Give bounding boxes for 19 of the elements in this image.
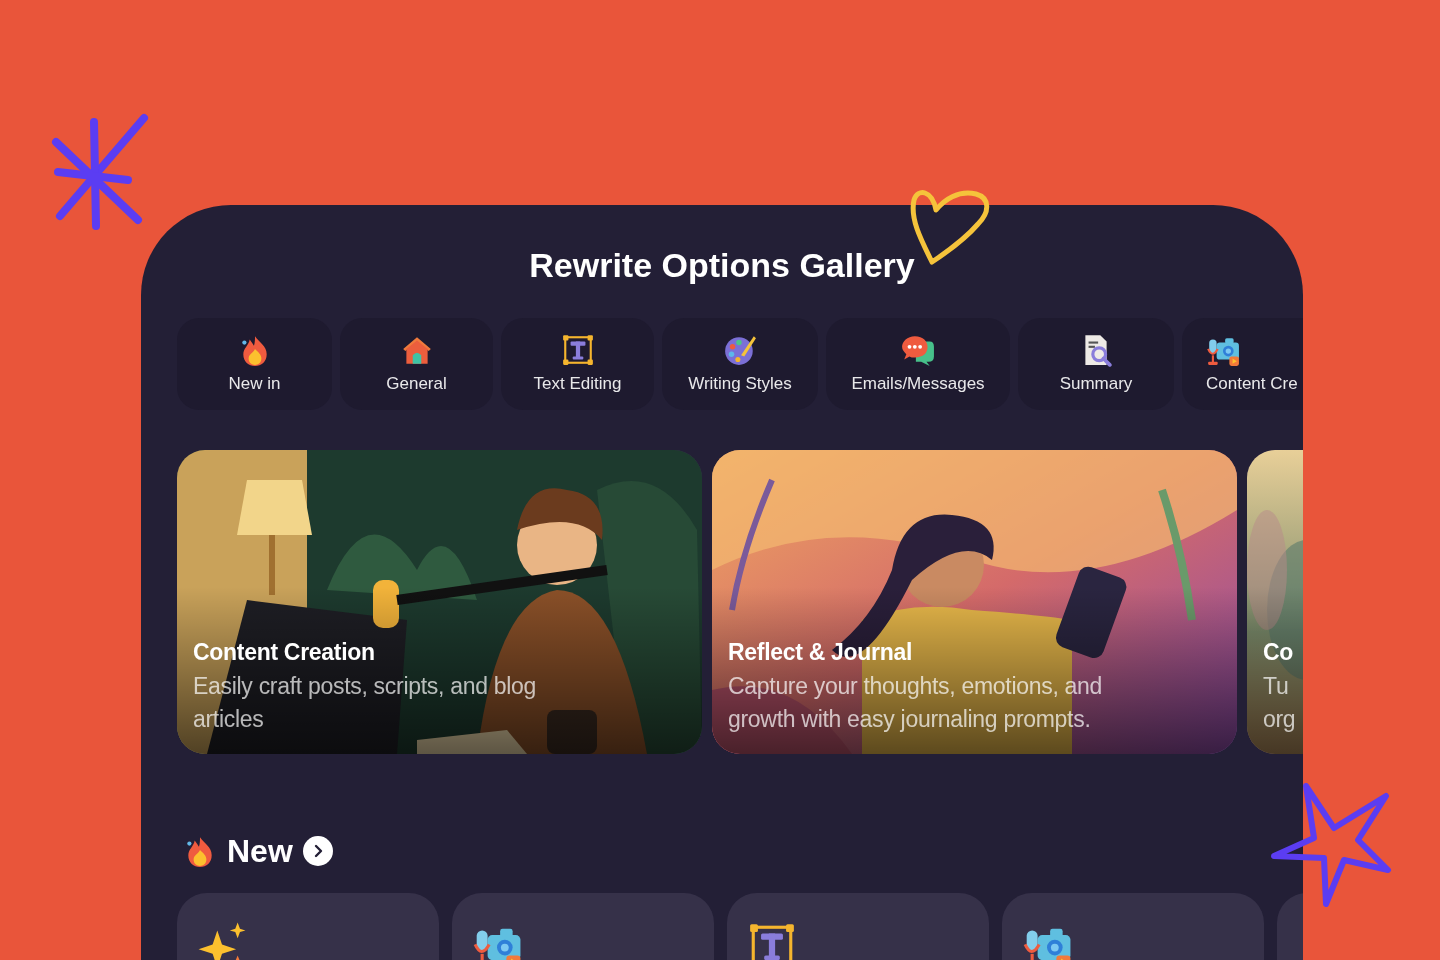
category-tab[interactable]: Text Editing xyxy=(501,318,654,410)
text-frame-icon xyxy=(560,333,595,367)
category-tab[interactable]: General xyxy=(340,318,493,410)
gallery-title: Rewrite Options Gallery xyxy=(528,245,916,285)
category-tab[interactable]: Emails/Messages xyxy=(826,318,1010,410)
card-title: Content Creation xyxy=(193,638,375,667)
category-tab[interactable]: Content Cre xyxy=(1182,318,1303,410)
card-title: Co xyxy=(1263,638,1294,667)
section-title: New xyxy=(227,833,293,869)
chat-bubbles-icon xyxy=(901,333,935,367)
card-description: Tu org xyxy=(1263,672,1296,734)
chevron-button[interactable] xyxy=(302,836,333,866)
category-tab[interactable]: New in xyxy=(177,318,332,410)
text-frame-icon xyxy=(747,921,797,960)
card-title: Reflect & Journal xyxy=(728,638,913,667)
sparkles-icon xyxy=(197,921,247,960)
card-description: Capture your thoughts, emotions, and growth with easy journaling prompts. xyxy=(728,672,1103,734)
category-tab[interactable]: Writing Styles xyxy=(662,318,818,410)
category-tab[interactable]: Summary xyxy=(1018,318,1174,410)
